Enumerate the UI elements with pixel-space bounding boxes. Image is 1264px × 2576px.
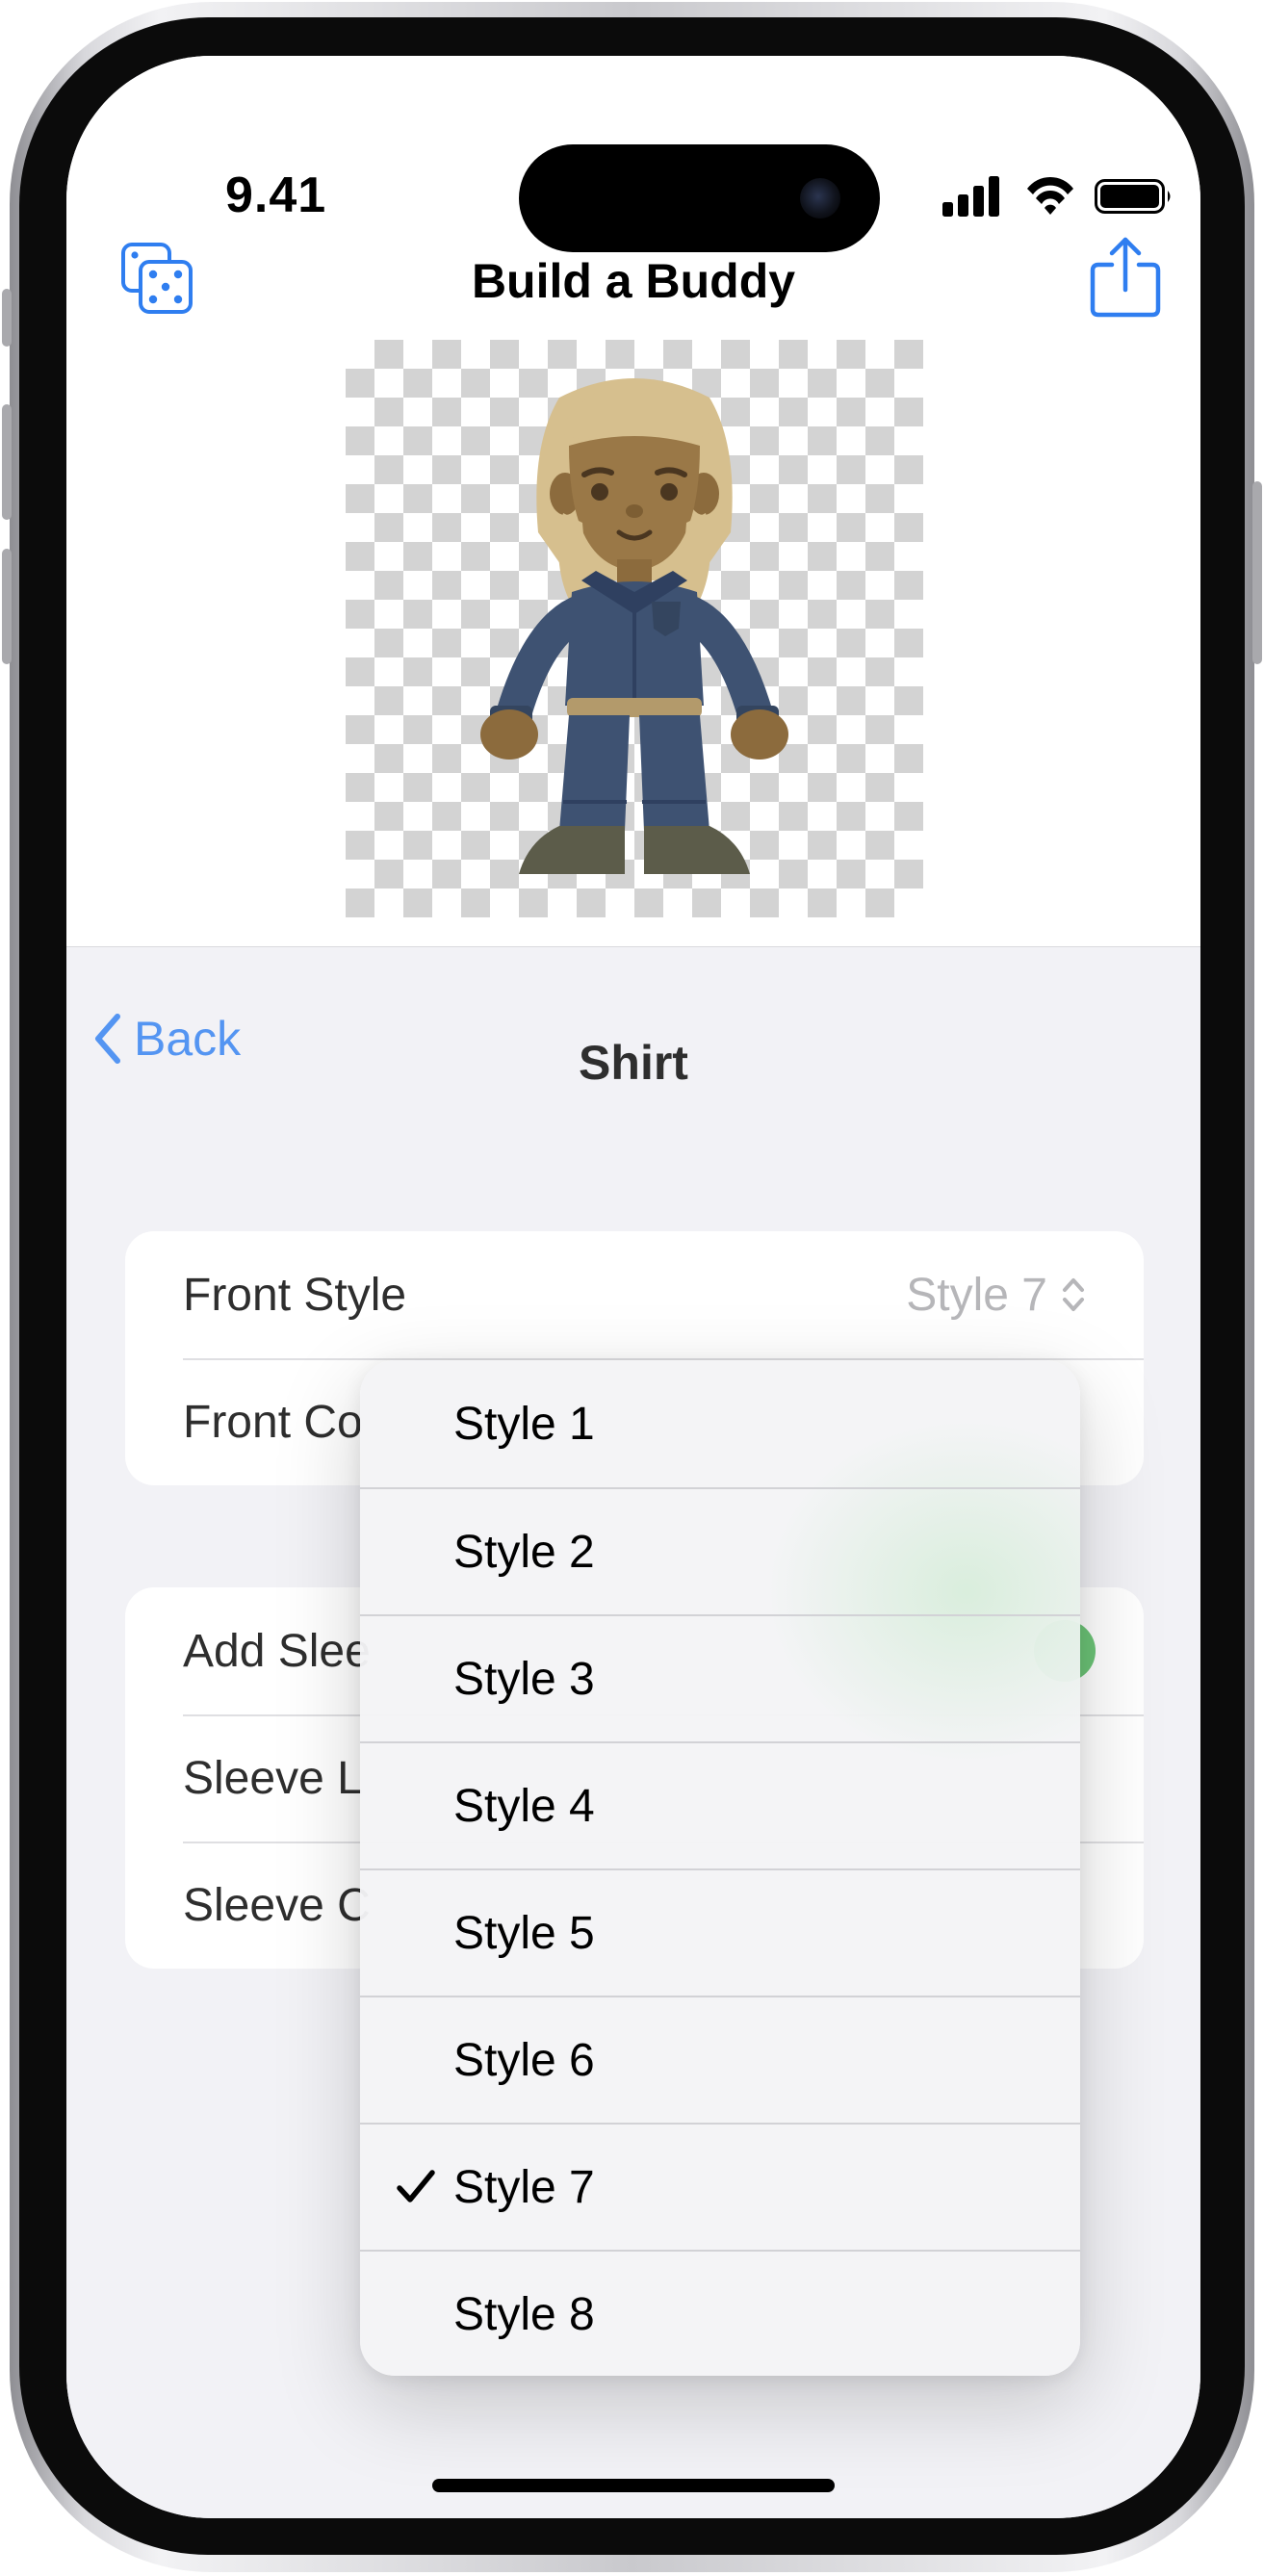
menu-item-label: Style 6 [453, 2034, 595, 2086]
wifi-icon [1027, 177, 1073, 215]
status-time: 9.41 [225, 167, 327, 223]
menu-item-style-1[interactable]: Style 1 [360, 1360, 1080, 1487]
menu-item-label: Style 2 [453, 1526, 595, 1578]
menu-item-style-6[interactable]: Style 6 [360, 1996, 1080, 2123]
volume-down-button [2, 549, 12, 664]
options-sheet: Back Shirt Front Style Style 7 Front Co [66, 946, 1200, 2518]
menu-item-style-2[interactable]: Style 2 [360, 1487, 1080, 1614]
menu-item-style-7[interactable]: Style 7 [360, 2123, 1080, 2250]
top-area: 9.41 Build a Buddy [66, 56, 1200, 946]
menu-item-label: Style 8 [453, 2288, 595, 2340]
menu-item-style-5[interactable]: Style 5 [360, 1868, 1080, 1996]
silent-switch [2, 289, 12, 347]
menu-item-style-8[interactable]: Style 8 [360, 2250, 1080, 2376]
menu-item-style-3[interactable]: Style 3 [360, 1614, 1080, 1741]
dynamic-island [519, 144, 880, 252]
status-icons [942, 176, 1171, 217]
menu-item-label: Style 3 [453, 1653, 595, 1705]
share-icon[interactable] [1087, 234, 1164, 319]
camera-icon [800, 178, 840, 219]
signal-icon [942, 176, 999, 217]
page-title: Build a Buddy [471, 254, 796, 308]
menu-item-label: Style 1 [453, 1398, 595, 1450]
power-button [1252, 481, 1262, 664]
buddy-preview [346, 340, 923, 917]
menu-item-label: Style 4 [453, 1780, 595, 1832]
menu-item-style-4[interactable]: Style 4 [360, 1741, 1080, 1868]
battery-icon [1095, 179, 1171, 214]
home-indicator[interactable] [432, 2479, 835, 2492]
menu-item-label: Style 7 [453, 2161, 595, 2213]
volume-up-button [2, 404, 12, 520]
buddy-character-image [480, 378, 788, 874]
menu-item-label: Style 5 [453, 1907, 595, 1959]
screen: 9.41 Build a Buddy Back Shirt Front Styl… [66, 56, 1200, 2518]
checkmark-icon [397, 2170, 435, 2202]
style-picker-menu: Style 1 Style 2 Style 3 Style 4 Style 5 … [360, 1360, 1080, 2376]
